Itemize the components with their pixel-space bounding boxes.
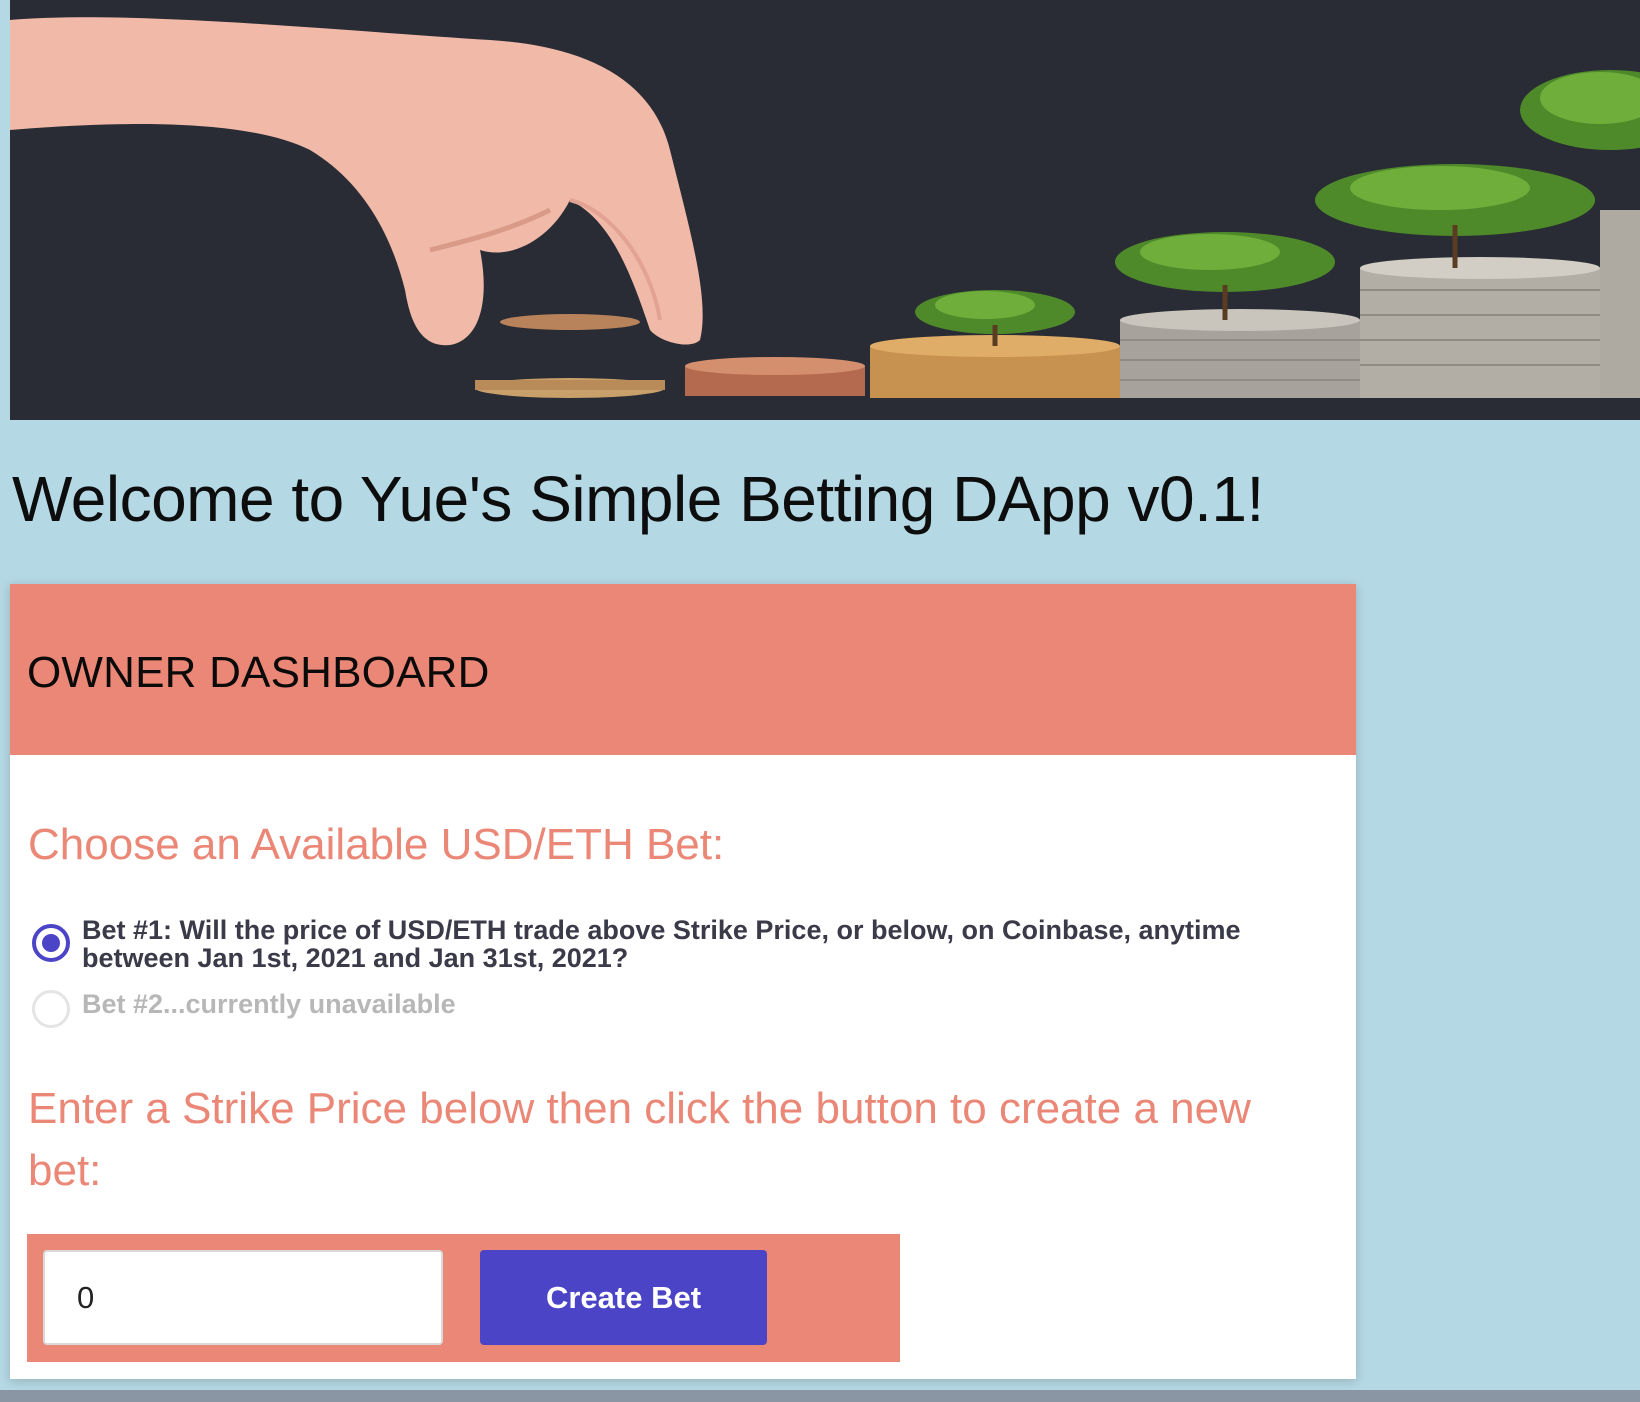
bet-option-1[interactable]: Bet #1: Will the price of USD/ETH trade … bbox=[32, 916, 1302, 972]
bet-option-2: Bet #2...currently unavailable bbox=[32, 990, 1302, 1028]
page-title: Welcome to Yue's Simple Betting DApp v0.… bbox=[12, 463, 1264, 535]
choose-bet-heading: Choose an Available USD/ETH Bet: bbox=[28, 820, 725, 869]
radio-selected-icon[interactable] bbox=[32, 924, 70, 962]
enter-strike-heading: Enter a Strike Price below then click th… bbox=[28, 1084, 1251, 1195]
radio-disabled-icon bbox=[32, 990, 70, 1028]
bet-option-2-label: Bet #2...currently unavailable bbox=[82, 989, 456, 1019]
bet-option-1-label: Bet #1: Will the price of USD/ETH trade … bbox=[82, 915, 1241, 973]
bottom-window-edge bbox=[0, 1390, 1640, 1402]
dashboard-header: OWNER DASHBOARD bbox=[10, 584, 1356, 755]
dashboard-title: OWNER DASHBOARD bbox=[27, 648, 490, 697]
strike-price-input[interactable] bbox=[43, 1250, 443, 1345]
coins-and-trees-illustration bbox=[10, 0, 1640, 420]
left-edge bbox=[0, 0, 10, 1402]
owner-dashboard-card: OWNER DASHBOARD Choose an Available USD/… bbox=[10, 584, 1356, 1379]
create-bet-form: Create Bet bbox=[27, 1234, 900, 1362]
hero-banner-image bbox=[10, 0, 1640, 420]
create-bet-button[interactable]: Create Bet bbox=[480, 1250, 767, 1345]
